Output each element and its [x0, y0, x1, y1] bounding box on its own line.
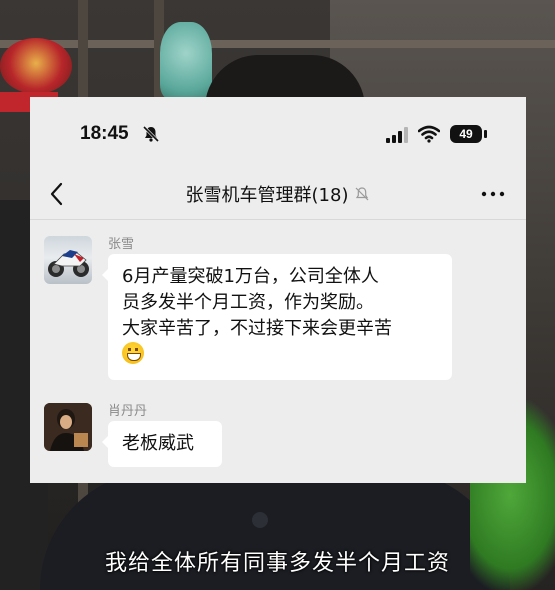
background-figurine: [160, 22, 212, 100]
avatar[interactable]: [44, 236, 92, 284]
avatar[interactable]: [44, 403, 92, 451]
more-horizontal-icon[interactable]: [478, 183, 508, 205]
message-line: 6月产量突破1万台，公司全体人: [122, 266, 379, 287]
message-bubble[interactable]: 老板威武: [102, 421, 222, 467]
chat-header: 张雪机车管理群(18): [30, 169, 526, 220]
message-line: 大家辛苦了，不过接下来会更辛苦: [122, 318, 392, 339]
background-shirt-button: [252, 512, 268, 528]
sender-name: 肖丹丹: [108, 404, 148, 419]
battery-tip: [484, 130, 487, 138]
video-subtitle: 我给全体所有同事多发半个月工资: [104, 551, 450, 576]
chat-title: 张雪机车管理群(18): [185, 185, 349, 206]
sender-name: 张雪: [108, 237, 135, 252]
message-bubble[interactable]: 6月产量突破1万台，公司全体人 员多发半个月工资，作为奖励。 大家辛苦了，不过接…: [102, 254, 452, 380]
message-line: 老板威武: [122, 433, 194, 454]
background-ornament: [0, 38, 72, 94]
status-bar: 18:45 49: [30, 97, 526, 169]
battery-icon: 49: [450, 125, 482, 143]
cellular-signal-icon: [386, 127, 408, 143]
person-photo: [44, 403, 92, 451]
grinning-face-emoji: [122, 342, 144, 364]
message-line: 员多发半个月工资，作为奖励。: [122, 292, 374, 313]
chat-title-wrap: 张雪机车管理群(18): [30, 181, 526, 207]
status-time: 18:45: [80, 123, 129, 144]
wifi-icon: [418, 125, 440, 143]
chat-screenshot: 18:45 49 张雪机车管理群(18) 张雪 6月产量突破1万台，公司全体人 …: [30, 97, 526, 483]
motorcycle-photo: [48, 250, 89, 277]
bell-off-icon: [356, 187, 369, 201]
bell-off-icon: [142, 125, 160, 143]
